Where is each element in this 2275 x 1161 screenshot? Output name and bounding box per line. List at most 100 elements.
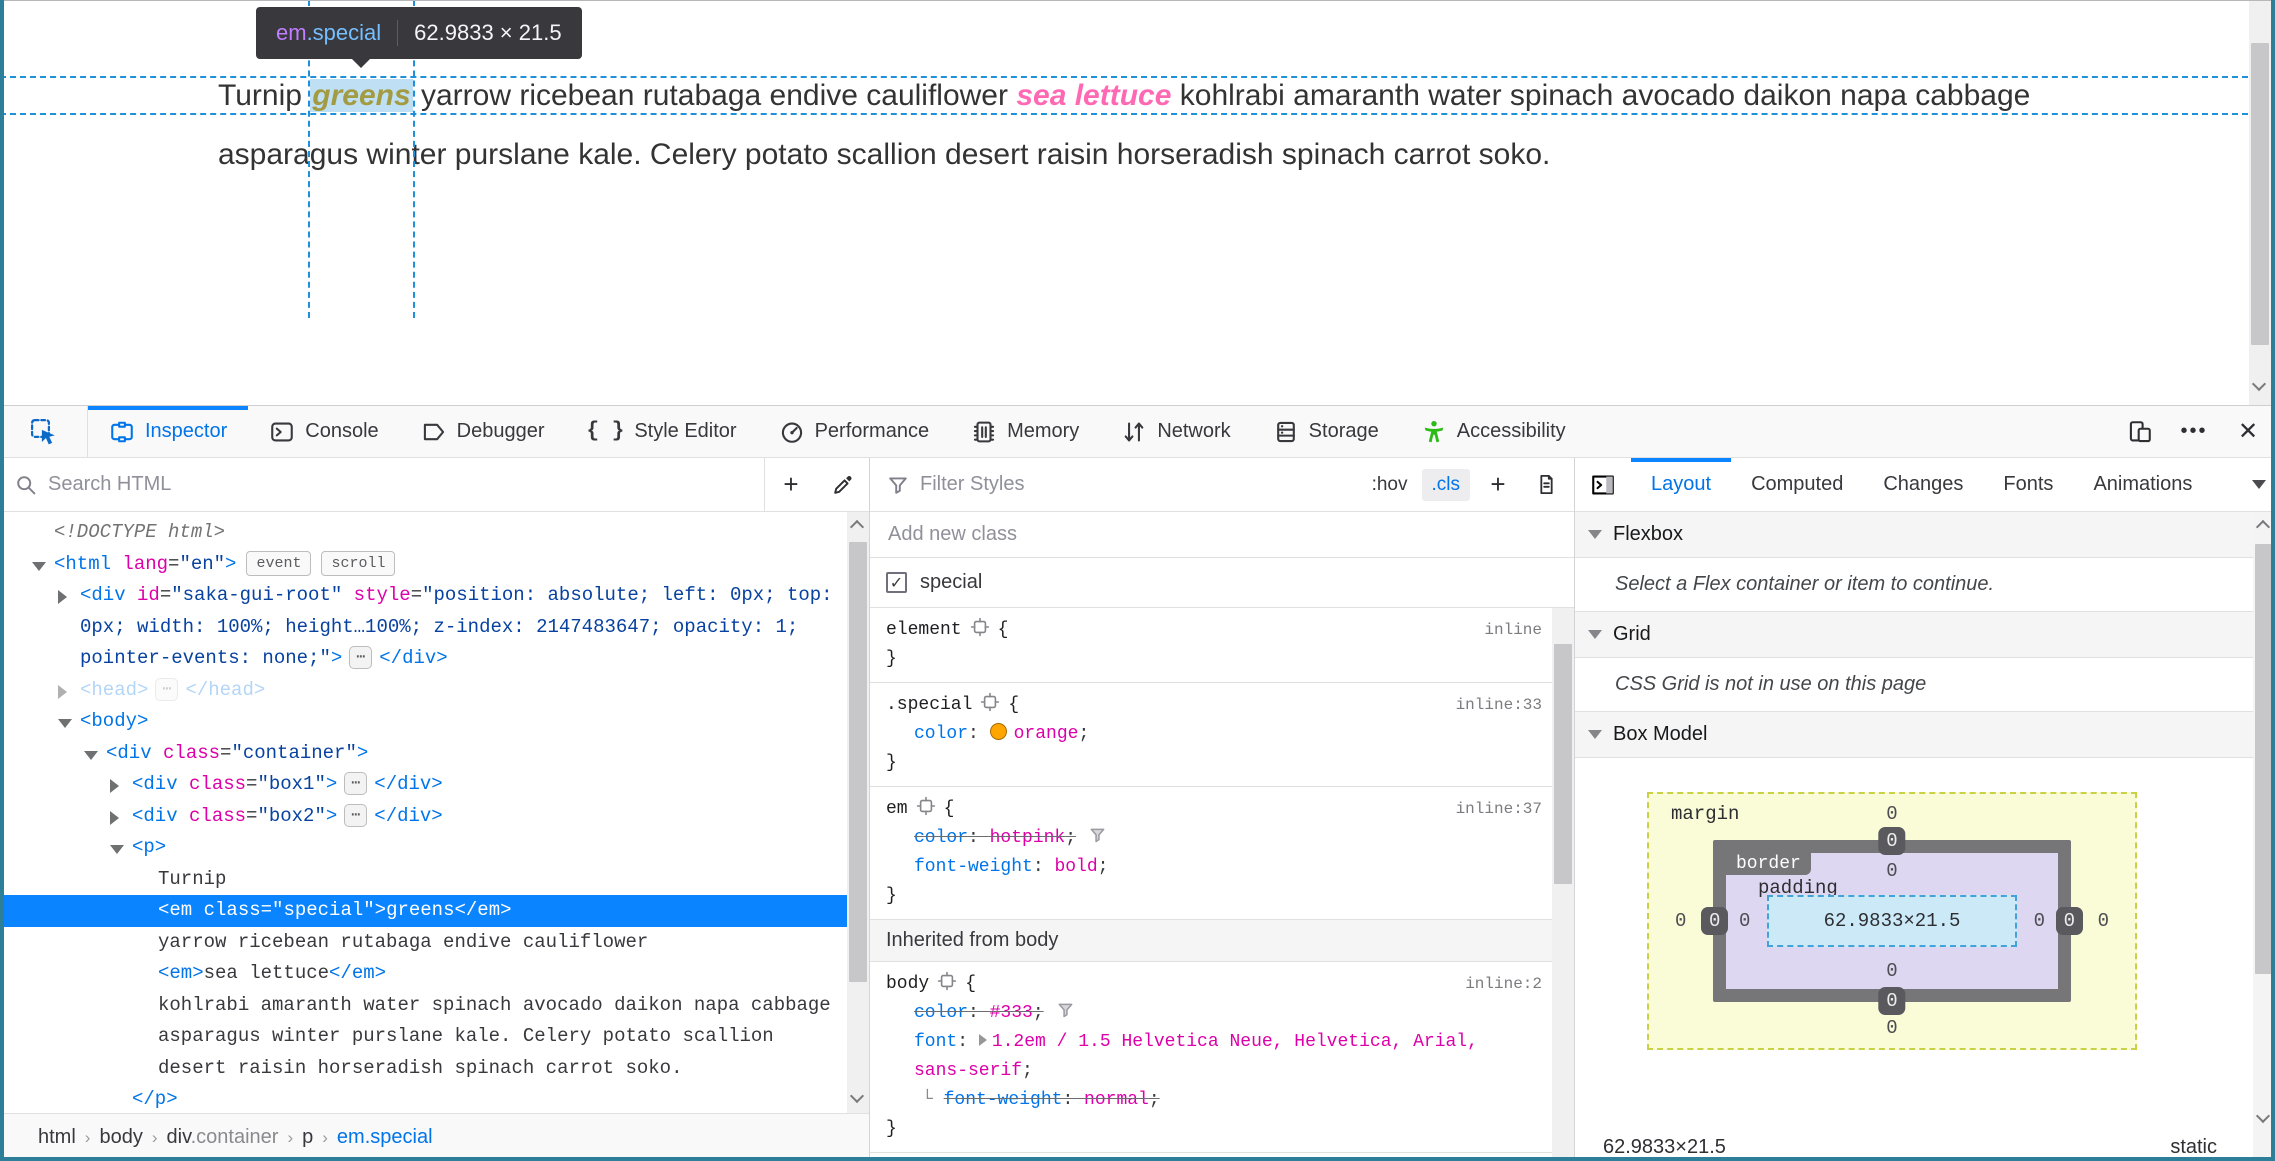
rule-selector[interactable]: em: [886, 799, 908, 819]
markup-row[interactable]: </p>: [0, 1084, 847, 1113]
expander-down-icon[interactable]: [110, 845, 124, 854]
sidebar-tab-layout[interactable]: Layout: [1631, 458, 1732, 511]
search-html-input[interactable]: [48, 473, 754, 496]
expander-right-icon[interactable]: [110, 779, 119, 793]
sidebar-tab-computed[interactable]: Computed: [1731, 458, 1863, 511]
css-declaration[interactable]: color: #333;: [886, 999, 1552, 1028]
expander-down-icon[interactable]: [58, 719, 72, 728]
print-simulation-button[interactable]: [1526, 458, 1566, 511]
breadcrumb-item-em-special[interactable]: em.special: [337, 1126, 433, 1149]
markup-row[interactable]: <div class="box2"> ⋯ </div>: [0, 801, 847, 833]
expander-down-icon[interactable]: [84, 750, 98, 760]
class-checkbox[interactable]: ✓: [886, 572, 907, 593]
node-badge[interactable]: scroll: [321, 550, 396, 576]
sidebar-toggle-button[interactable]: [1575, 458, 1631, 511]
css-declaration[interactable]: font: 1.2em / 1.5 Helvetica Neue, Helvet…: [886, 1028, 1552, 1086]
markup-row[interactable]: <div id="saka-gui-root" style="position:…: [0, 580, 847, 675]
markup-row-selected[interactable]: <em class="special">greens</em>: [0, 895, 847, 927]
markup-row[interactable]: yarrow ricebean rutabaga endive cauliflo…: [0, 927, 847, 959]
layout-scrollbar-down-icon[interactable]: [2255, 1108, 2271, 1124]
layout-scrollbar-up-icon[interactable]: [2255, 519, 2271, 535]
toggle-pseudo-classes-button[interactable]: :hov: [1366, 470, 1414, 500]
rules-scrollbar-thumb[interactable]: [1554, 644, 1572, 884]
toolbox-tab-console[interactable]: Console: [248, 406, 399, 457]
expander-down-icon[interactable]: [32, 561, 46, 571]
markup-row[interactable]: kohlrabi amaranth water spinach avocado …: [0, 990, 847, 1085]
toolbox-meatball-menu-button[interactable]: •••: [2167, 406, 2221, 457]
css-declaration[interactable]: └ font-weight: normal;: [886, 1086, 1552, 1115]
add-new-class-input[interactable]: [888, 523, 1506, 546]
markup-row[interactable]: <em>sea lettuce</em>: [0, 958, 847, 990]
margin-right-value[interactable]: 0: [2098, 910, 2109, 932]
expander-right-icon[interactable]: [58, 590, 67, 604]
flexbox-section-header[interactable]: Flexbox: [1575, 512, 2253, 558]
toolbox-tab-performance[interactable]: Performance: [758, 406, 951, 457]
filter-styles-input[interactable]: [920, 473, 1356, 496]
target-icon[interactable]: [970, 617, 990, 637]
toggle-classes-button[interactable]: .cls: [1421, 468, 1470, 501]
funnel-icon[interactable]: [1088, 826, 1107, 845]
css-declaration[interactable]: font-weight: bold;: [886, 853, 1552, 882]
stylesheet-link[interactable]: inline:37: [1456, 795, 1542, 824]
border-bottom-value[interactable]: 0: [1878, 987, 1906, 1015]
inline-ellipsis[interactable]: ⋯: [155, 677, 179, 701]
box-model-content-box[interactable]: 62.9833×21.5: [1767, 895, 2017, 947]
breadcrumb-item-body[interactable]: body: [99, 1126, 142, 1149]
expander-right-icon[interactable]: [110, 810, 119, 825]
margin-top-value[interactable]: 0: [1886, 803, 1897, 825]
target-icon[interactable]: [980, 692, 1000, 712]
toolbox-tab-debugger[interactable]: Debugger: [400, 406, 566, 457]
breadcrumb-item-p[interactable]: p: [302, 1126, 313, 1149]
markup-row[interactable]: <body>: [0, 706, 847, 738]
markup-row[interactable]: <!DOCTYPE html>: [0, 517, 847, 549]
page-scrollbar-down-icon[interactable]: [2251, 376, 2267, 392]
rule-selector[interactable]: element: [886, 620, 962, 640]
margin-left-value[interactable]: 0: [1675, 910, 1686, 932]
markup-row[interactable]: <html lang="en"> event scroll: [0, 549, 847, 581]
toolbox-tab-network[interactable]: Network: [1100, 406, 1251, 457]
markup-scrollbar-down-icon[interactable]: [849, 1088, 865, 1104]
markup-row[interactable]: <div class="container">: [0, 738, 847, 770]
expander-right-icon[interactable]: [58, 684, 67, 699]
node-picker-button[interactable]: [0, 406, 88, 457]
inline-ellipsis[interactable]: ⋯: [349, 646, 373, 669]
markup-row[interactable]: <div class="box1"> ⋯ </div>: [0, 769, 847, 801]
stylesheet-link[interactable]: inline:33: [1456, 691, 1542, 720]
toolbox-tab-inspector[interactable]: Inspector: [88, 406, 249, 457]
sidebar-tab-changes[interactable]: Changes: [1863, 458, 1983, 511]
css-declaration[interactable]: color: orange;: [886, 720, 1552, 749]
markup-scrollbar-thumb[interactable]: [849, 542, 867, 982]
padding-right-value[interactable]: 0: [2034, 910, 2045, 932]
markup-row[interactable]: Turnip: [0, 864, 847, 896]
breadcrumb-item-div[interactable]: div.container: [167, 1126, 279, 1149]
target-icon[interactable]: [937, 971, 957, 991]
responsive-mode-button[interactable]: [2113, 406, 2167, 457]
inline-ellipsis[interactable]: ⋯: [344, 772, 368, 795]
expand-shorthand-icon[interactable]: [978, 1034, 987, 1046]
margin-bottom-value[interactable]: 0: [1886, 1017, 1897, 1039]
add-node-button[interactable]: +: [765, 458, 817, 511]
rule-selector[interactable]: body: [886, 974, 929, 994]
padding-left-value[interactable]: 0: [1739, 910, 1750, 932]
markup-row[interactable]: <head> ⋯ </head>: [0, 675, 847, 707]
padding-top-value[interactable]: 0: [1886, 860, 1897, 882]
add-rule-button[interactable]: +: [1478, 458, 1518, 511]
border-top-value[interactable]: 0: [1878, 827, 1906, 855]
sidebar-tab-fonts[interactable]: Fonts: [1983, 458, 2073, 511]
toolbox-tab-storage[interactable]: Storage: [1252, 406, 1400, 457]
all-tabs-menu-button[interactable]: [2245, 458, 2273, 511]
node-badge[interactable]: event: [246, 550, 312, 576]
breadcrumb-item-html[interactable]: html: [38, 1126, 76, 1149]
css-declaration[interactable]: color: hotpink;: [886, 824, 1552, 853]
border-left-value[interactable]: 0: [1701, 907, 1729, 935]
markup-row[interactable]: <p>: [0, 832, 847, 864]
boxmodel-section-header[interactable]: Box Model: [1575, 712, 2253, 758]
border-right-value[interactable]: 0: [2055, 907, 2083, 935]
toolbox-tab-accessibility[interactable]: Accessibility: [1400, 406, 1587, 457]
grid-section-header[interactable]: Grid: [1575, 612, 2253, 658]
toolbox-tab-style-editor[interactable]: { } Style Editor: [566, 406, 758, 457]
target-icon[interactable]: [916, 796, 936, 816]
stylesheet-link[interactable]: inline:2: [1465, 970, 1542, 999]
page-scrollbar-thumb[interactable]: [2251, 43, 2269, 345]
rule-selector[interactable]: .special: [886, 695, 972, 715]
